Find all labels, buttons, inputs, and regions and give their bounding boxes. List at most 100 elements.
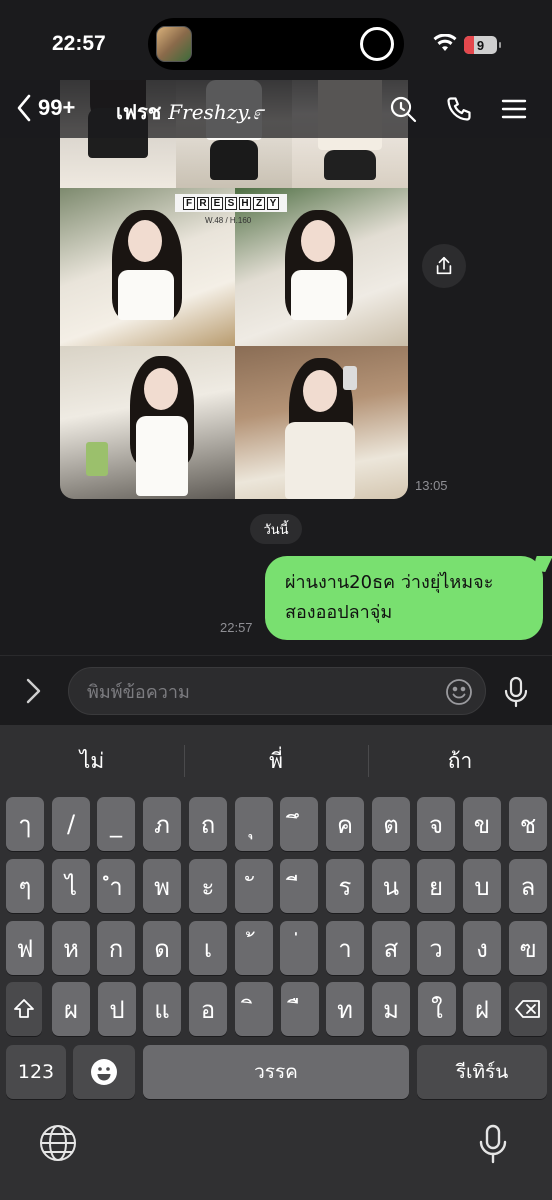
chat-title-latin: Freshzy.೯ bbox=[168, 100, 264, 124]
letter-key[interactable]: ข bbox=[463, 797, 501, 851]
letter-key[interactable]: ม bbox=[372, 982, 410, 1036]
letter-key[interactable]: ต bbox=[372, 797, 410, 851]
letter-key[interactable]: ย bbox=[417, 859, 455, 913]
chat-title[interactable]: เฟรช Freshzy.೯ bbox=[116, 96, 263, 128]
letter-key[interactable]: ค bbox=[326, 797, 364, 851]
emoji-key[interactable] bbox=[73, 1045, 135, 1099]
letter-key[interactable]: ๅ bbox=[6, 797, 44, 851]
letter-key[interactable]: เ bbox=[189, 921, 227, 975]
letter-key[interactable]: ฃ bbox=[509, 921, 547, 975]
return-key[interactable]: รีเทิร์น bbox=[417, 1045, 547, 1099]
emoji-face-icon bbox=[91, 1059, 117, 1085]
letter-key[interactable]: ไ bbox=[52, 859, 90, 913]
photo-tile: FRESHZY W.48 / H.160 bbox=[175, 188, 408, 346]
letter-key[interactable]: า bbox=[326, 921, 364, 975]
share-button[interactable] bbox=[422, 244, 466, 288]
suggestion-item[interactable]: ไม่ bbox=[0, 739, 184, 783]
letter-key[interactable]: ำ bbox=[97, 859, 135, 913]
letter-key[interactable]: ี bbox=[280, 859, 318, 913]
letter-key[interactable]: ุ bbox=[235, 797, 273, 851]
keyboard: ไม่ พี่ ถ้า ๅ/_ภถุึคตจขชๆไำพะัีรนยบลฟหกด… bbox=[0, 725, 552, 1200]
letter-key[interactable]: ฟ bbox=[6, 921, 44, 975]
status-bar: 22:57 9 bbox=[0, 0, 552, 80]
letter-key[interactable]: ป bbox=[98, 982, 136, 1036]
space-key[interactable]: วรรค bbox=[143, 1045, 409, 1099]
suggestion-item[interactable]: พี่ bbox=[184, 739, 368, 783]
letter-key[interactable]: ส bbox=[372, 921, 410, 975]
letter-key[interactable]: ภ bbox=[143, 797, 181, 851]
letter-key[interactable]: แ bbox=[143, 982, 181, 1036]
letter-key[interactable]: ่ bbox=[280, 921, 318, 975]
letter-key[interactable]: ๆ bbox=[6, 859, 44, 913]
numbers-key[interactable]: 123 bbox=[6, 1045, 66, 1099]
chat-title-thai: เฟรช bbox=[116, 100, 169, 124]
suggestion-bar: ไม่ พี่ ถ้า bbox=[0, 739, 552, 783]
chevron-right-icon[interactable] bbox=[20, 676, 46, 706]
letter-key[interactable]: ิ bbox=[235, 982, 273, 1036]
shift-arrow-icon bbox=[14, 999, 34, 1018]
letter-key[interactable]: ก bbox=[97, 921, 135, 975]
letter-key[interactable]: ฝ bbox=[463, 982, 501, 1036]
photo-tile bbox=[235, 346, 408, 499]
chevron-left-icon bbox=[17, 94, 31, 122]
photo-tile bbox=[60, 346, 235, 499]
brand-subtitle: W.48 / H.160 bbox=[205, 216, 252, 225]
letter-key[interactable]: / bbox=[52, 797, 90, 851]
letter-key[interactable]: ผ bbox=[52, 982, 90, 1036]
letter-key[interactable]: ท bbox=[326, 982, 364, 1036]
message-time: 13:05 bbox=[415, 478, 448, 493]
emoji-icon[interactable] bbox=[445, 678, 473, 706]
search-button[interactable] bbox=[386, 92, 420, 126]
message-input[interactable] bbox=[87, 678, 427, 706]
message-input-bar bbox=[0, 655, 552, 725]
letter-key[interactable]: ื bbox=[281, 982, 319, 1036]
letter-key[interactable]: ด bbox=[143, 921, 181, 975]
menu-button[interactable] bbox=[497, 92, 531, 126]
dynamic-island[interactable] bbox=[148, 18, 404, 70]
letter-key[interactable]: ว bbox=[417, 921, 455, 975]
letter-key[interactable]: ถ bbox=[189, 797, 227, 851]
letter-key[interactable]: พ bbox=[143, 859, 181, 913]
message-time: 22:57 bbox=[220, 620, 253, 635]
share-icon bbox=[436, 256, 452, 275]
dictation-microphone-icon[interactable] bbox=[478, 1123, 508, 1165]
message-text-line: ผ่านงาน20ธค ว่างยุ่ไหมจะ bbox=[285, 572, 494, 593]
shift-key[interactable] bbox=[6, 982, 42, 1036]
letter-key[interactable]: ใ bbox=[418, 982, 456, 1036]
letter-key[interactable]: _ bbox=[97, 797, 135, 851]
globe-icon[interactable] bbox=[38, 1123, 78, 1163]
letter-key[interactable]: ห bbox=[52, 921, 90, 975]
letter-key[interactable]: ้ bbox=[235, 921, 273, 975]
letter-key[interactable]: ร bbox=[326, 859, 364, 913]
search-icon bbox=[390, 96, 417, 123]
letter-key[interactable]: บ bbox=[463, 859, 501, 913]
letter-key[interactable]: จ bbox=[417, 797, 455, 851]
call-button[interactable] bbox=[442, 92, 476, 126]
letter-key[interactable]: ช bbox=[509, 797, 547, 851]
letter-key[interactable]: ะ bbox=[189, 859, 227, 913]
microphone-icon[interactable] bbox=[503, 676, 529, 708]
outgoing-message-bubble[interactable]: ผ่านงาน20ธค ว่างยุ่ไหมจะ สองออปลาจุ่ม bbox=[265, 556, 543, 640]
unread-count: 99+ bbox=[38, 95, 76, 120]
app-thumbnail-icon bbox=[156, 26, 192, 62]
backspace-key[interactable] bbox=[509, 982, 547, 1036]
message-field[interactable] bbox=[68, 667, 486, 715]
letter-key[interactable]: ั bbox=[235, 859, 273, 913]
phone-icon bbox=[447, 97, 471, 121]
letter-key[interactable]: ึ bbox=[280, 797, 318, 851]
brand-logo: FRESHZY bbox=[175, 194, 287, 212]
letter-key[interactable]: ง bbox=[463, 921, 501, 975]
letter-key[interactable]: ล bbox=[509, 859, 547, 913]
status-time: 22:57 bbox=[52, 32, 106, 55]
battery-level: 9 bbox=[476, 37, 485, 53]
date-separator: วันนี้ bbox=[250, 514, 302, 544]
back-button[interactable]: 99+ bbox=[16, 94, 75, 122]
letter-key[interactable]: อ bbox=[189, 982, 227, 1036]
activity-ring-icon bbox=[360, 27, 394, 61]
message-text-line: สองออปลาจุ่ม bbox=[285, 602, 393, 623]
letter-key[interactable]: น bbox=[372, 859, 410, 913]
suggestion-item[interactable]: ถ้า bbox=[368, 739, 552, 783]
battery-icon: 9 bbox=[464, 36, 501, 54]
hamburger-menu-icon bbox=[501, 99, 527, 119]
chat-header: 99+ เฟรช Freshzy.೯ bbox=[0, 80, 552, 138]
